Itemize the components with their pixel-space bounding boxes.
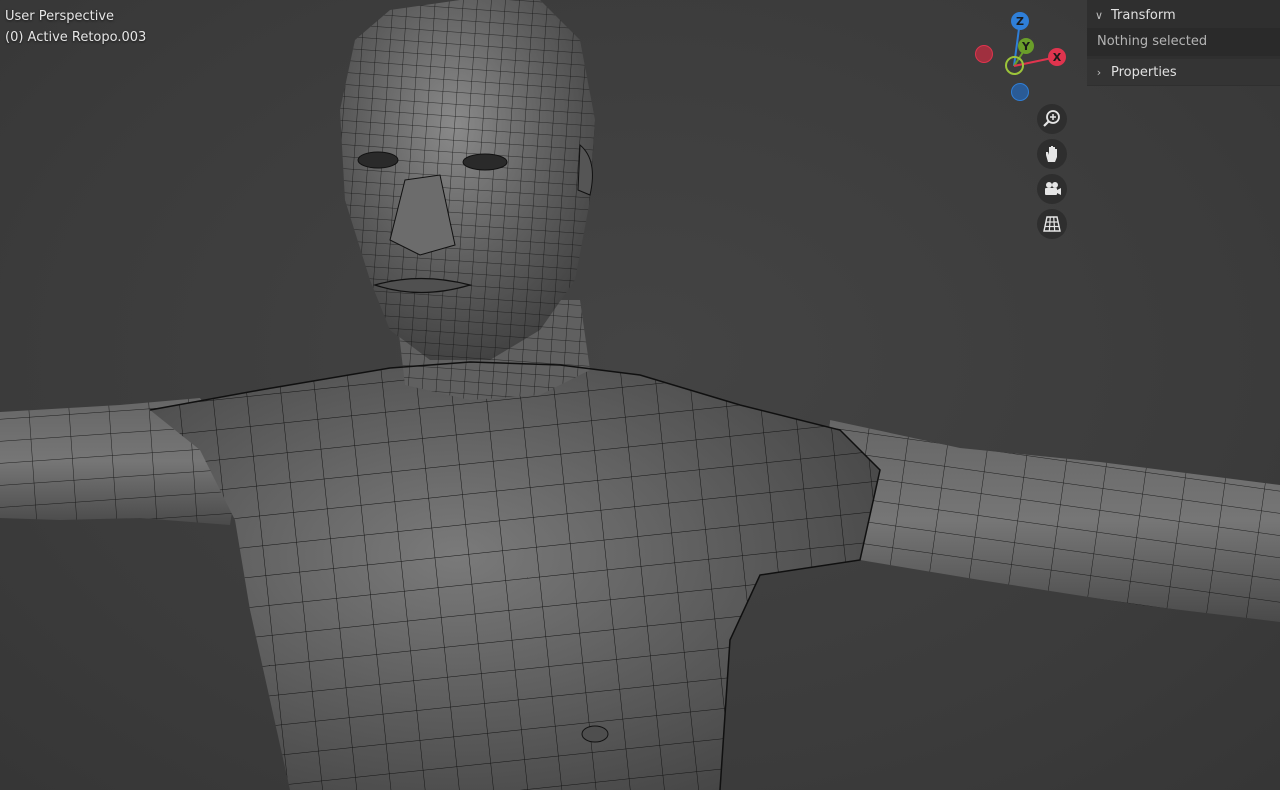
gizmo-neg-y-axis[interactable] <box>1005 56 1024 75</box>
gizmo-x-label: X <box>1052 50 1062 64</box>
transform-panel-title: Transform <box>1111 7 1176 23</box>
gizmo-y-label: Y <box>1022 39 1030 53</box>
sidebar-panel: ∨ Transform Nothing selected › Propertie… <box>1087 0 1280 86</box>
right-eye <box>462 153 508 171</box>
ortho-perspective-button[interactable] <box>1037 209 1067 239</box>
gizmo-x-axis[interactable]: X <box>1048 48 1066 66</box>
retopo-mesh-model[interactable] <box>0 0 1280 790</box>
grid-icon <box>1043 216 1061 232</box>
3d-viewport[interactable]: User Perspective (0) Active Retopo.003 Z… <box>0 0 1280 790</box>
magnifier-plus-icon <box>1043 110 1060 127</box>
zoom-button[interactable] <box>1037 104 1067 134</box>
gizmo-z-label: Z <box>1016 14 1024 28</box>
properties-panel-header[interactable]: › Properties <box>1087 59 1280 85</box>
nothing-selected-text: Nothing selected <box>1097 34 1208 49</box>
active-object-label: (0) Active Retopo.003 <box>5 30 147 45</box>
left-eye <box>357 151 399 169</box>
gizmo-z-axis[interactable]: Z <box>1011 12 1029 30</box>
camera-view-button[interactable] <box>1037 174 1067 204</box>
view-name-label: User Perspective <box>5 9 115 24</box>
pan-button[interactable] <box>1037 139 1067 169</box>
chevron-right-icon: › <box>1096 65 1102 79</box>
gizmo-neg-x-axis[interactable] <box>975 45 993 63</box>
properties-panel-title: Properties <box>1111 64 1177 80</box>
gizmo-neg-z-axis[interactable] <box>1011 83 1029 101</box>
chevron-down-icon: ∨ <box>1094 8 1104 22</box>
camera-icon <box>1045 182 1061 195</box>
transform-panel-header[interactable]: ∨ Transform <box>1087 2 1280 28</box>
gizmo-y-axis[interactable]: Y <box>1018 38 1034 54</box>
navigation-gizmo[interactable]: Z Y X <box>968 8 1068 108</box>
nipple <box>581 725 609 743</box>
hand-icon <box>1046 146 1057 162</box>
transform-panel-body: Nothing selected <box>1087 28 1280 56</box>
